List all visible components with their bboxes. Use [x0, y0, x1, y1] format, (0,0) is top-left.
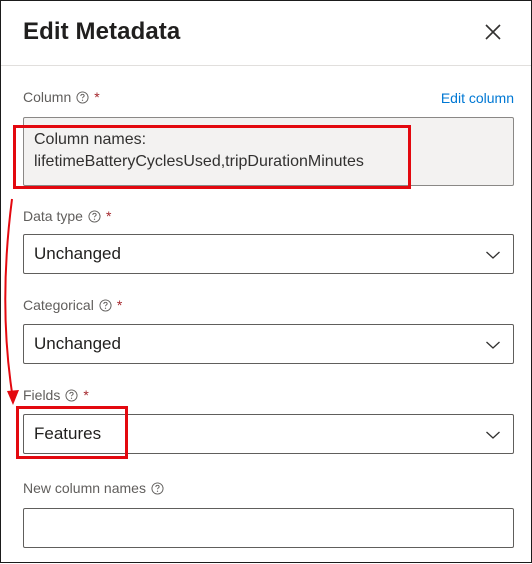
fields-label-row: Fields *: [23, 387, 89, 403]
fields-dropdown[interactable]: Features: [23, 414, 514, 454]
column-label: Column: [23, 89, 72, 105]
new-column-names-label: New column names: [23, 480, 146, 496]
column-names-display: Column names: lifetimeBatteryCyclesUsed,…: [23, 117, 514, 186]
data-type-label-row: Data type *: [23, 208, 111, 224]
chevron-down-icon: [486, 431, 500, 439]
panel-header: Edit Metadata: [1, 1, 531, 66]
categorical-required-marker: *: [116, 297, 123, 313]
edit-metadata-panel: Edit Metadata Column * Edit column Colum…: [0, 0, 532, 563]
close-icon: [485, 24, 501, 40]
column-required-marker: *: [94, 89, 100, 105]
edit-column-link[interactable]: Edit column: [441, 90, 514, 106]
fields-required-marker: *: [83, 387, 89, 403]
categorical-selected-value: Unchanged: [34, 334, 121, 353]
help-icon[interactable]: [76, 90, 89, 104]
close-button[interactable]: [481, 20, 505, 44]
help-icon[interactable]: [88, 209, 101, 223]
new-column-names-input[interactable]: [23, 508, 514, 548]
new-column-names-label-row: New column names: [23, 480, 164, 496]
help-icon[interactable]: [65, 388, 78, 402]
panel-title: Edit Metadata: [23, 18, 181, 45]
data-type-required-marker: *: [105, 208, 112, 224]
categorical-label-row: Categorical *: [23, 297, 122, 313]
chevron-down-icon: [486, 251, 500, 259]
categorical-label: Categorical: [23, 297, 94, 313]
help-icon[interactable]: [151, 481, 164, 495]
fields-selected-value: Features: [34, 424, 102, 443]
data-type-label: Data type: [23, 208, 83, 224]
column-names-heading: Column names:: [34, 131, 147, 148]
data-type-selected-value: Unchanged: [34, 244, 121, 263]
column-label-row: Column *: [23, 89, 100, 105]
fields-label: Fields: [23, 387, 61, 403]
categorical-dropdown[interactable]: Unchanged: [23, 324, 514, 364]
help-icon[interactable]: [99, 298, 112, 312]
data-type-dropdown[interactable]: Unchanged: [23, 234, 514, 274]
chevron-down-icon: [486, 341, 500, 349]
column-names-value: lifetimeBatteryCyclesUsed,tripDurationMi…: [34, 153, 364, 170]
